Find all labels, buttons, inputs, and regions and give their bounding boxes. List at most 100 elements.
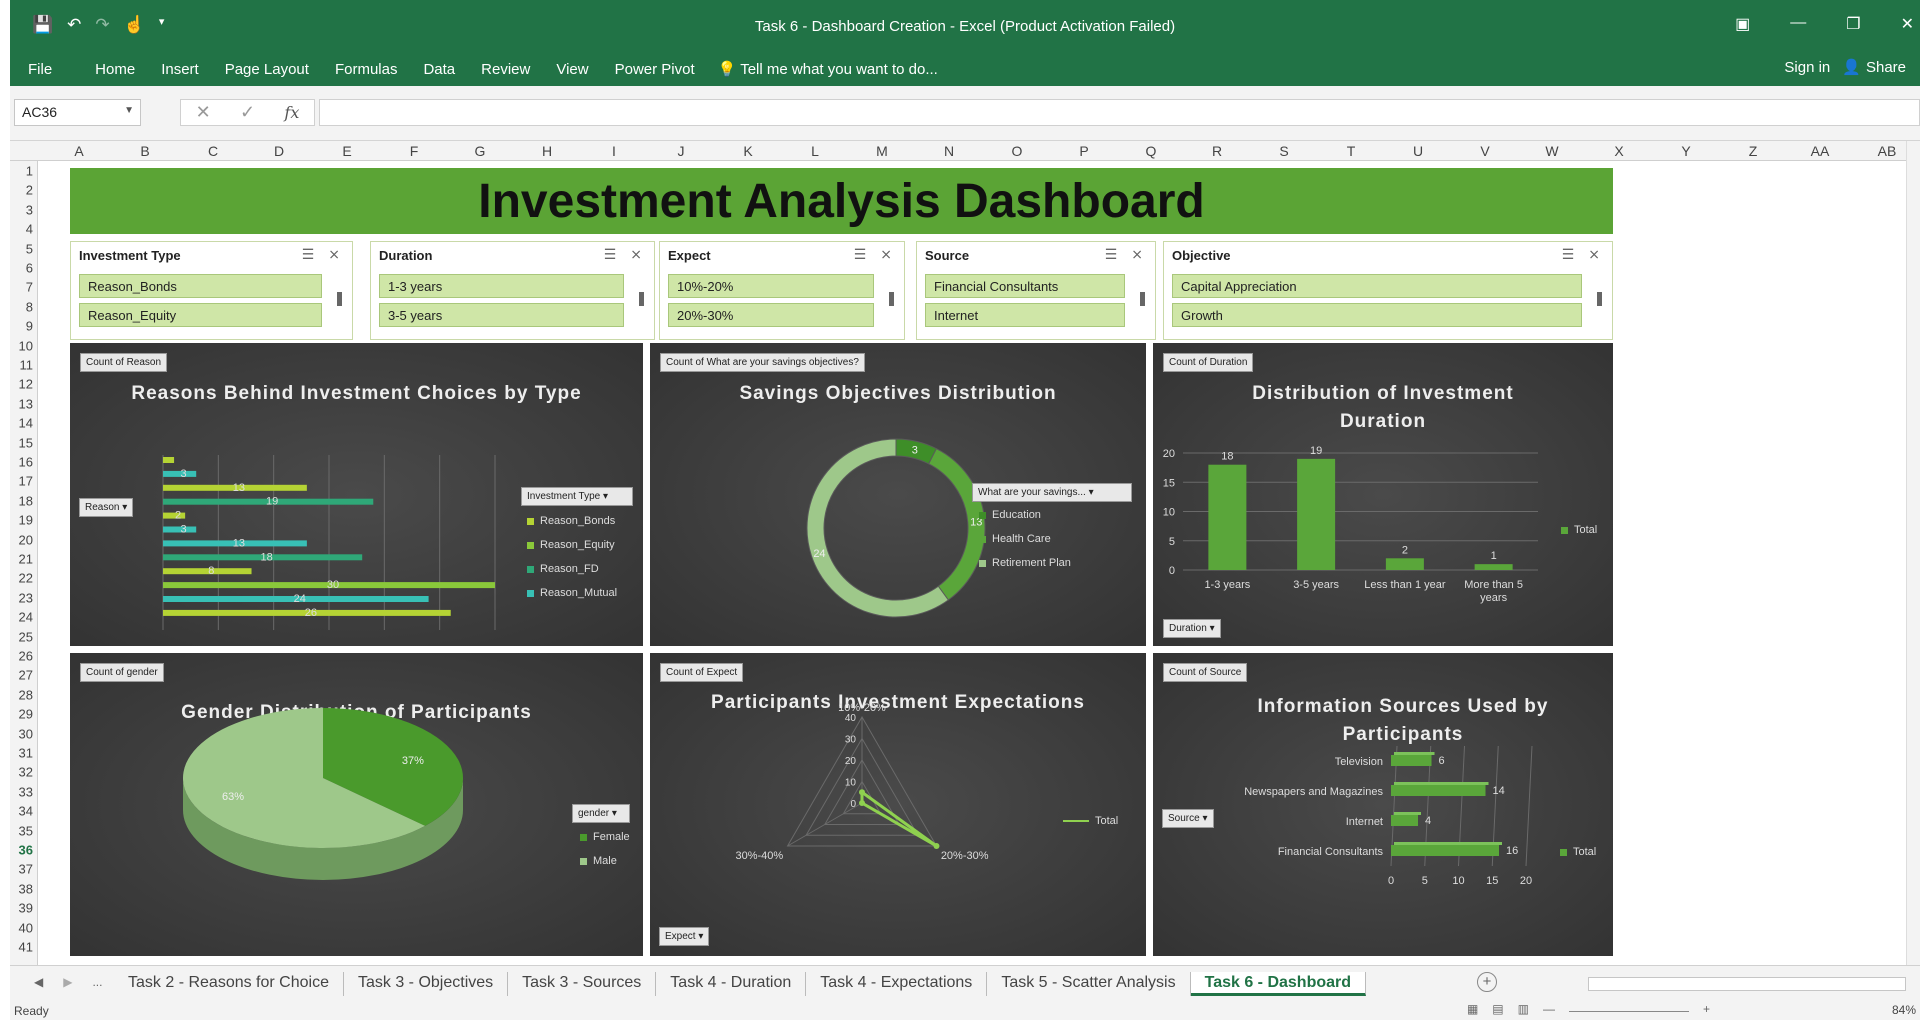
zoom-level[interactable]: 84%: [1892, 1003, 1916, 1017]
row-header[interactable]: 10: [19, 338, 33, 353]
duration-bar[interactable]: [1297, 458, 1336, 570]
normal-view-icon[interactable]: ▦: [1467, 1002, 1478, 1016]
row-header[interactable]: 34: [19, 804, 33, 819]
row-header[interactable]: 31: [19, 746, 33, 761]
slicer-investment-type[interactable]: Investment Type ☰ ⨯ Reason_Bonds Reason_Equi…: [70, 241, 353, 340]
column-header[interactable]: D: [274, 143, 284, 159]
row-header[interactable]: 1: [26, 164, 33, 179]
column-header[interactable]: AA: [1811, 143, 1830, 159]
column-header[interactable]: O: [1012, 143, 1023, 159]
row-header[interactable]: 36: [19, 843, 33, 858]
row-header[interactable]: 27: [19, 668, 33, 683]
column-header[interactable]: B: [140, 143, 149, 159]
column-header[interactable]: Y: [1681, 143, 1690, 159]
sheet-tab[interactable]: Task 6 - Dashboard: [1190, 972, 1367, 996]
clear-filter-icon[interactable]: ⨯: [880, 246, 892, 263]
restore-icon[interactable]: ❐: [1846, 14, 1860, 34]
slicer-item[interactable]: 20%-30%: [668, 303, 874, 327]
column-header[interactable]: L: [811, 143, 819, 159]
ribbon-tab-home[interactable]: Home: [65, 61, 148, 78]
slicer-expect[interactable]: Expect ☰ ⨯ 10%-20% 20%-30%: [659, 241, 905, 340]
sheet-tab[interactable]: Task 5 - Scatter Analysis: [987, 972, 1191, 996]
ribbon-tab-formulas[interactable]: Formulas: [322, 61, 411, 78]
column-header[interactable]: J: [678, 143, 685, 159]
column-header[interactable]: C: [208, 143, 218, 159]
source-bar[interactable]: [1391, 755, 1432, 766]
expect-chart-panel[interactable]: Count of Expect Participants Investment …: [650, 653, 1146, 956]
horizontal-scrollbar[interactable]: [1588, 977, 1906, 991]
multi-select-icon[interactable]: ☰: [604, 246, 617, 263]
row-header[interactable]: 41: [19, 940, 33, 955]
slicer-item[interactable]: Internet: [925, 303, 1125, 327]
row-header[interactable]: 12: [19, 377, 33, 392]
source-bar[interactable]: [1391, 845, 1499, 856]
prev-sheet-icon[interactable]: ◀: [34, 975, 43, 989]
slicer-item[interactable]: Capital Appreciation: [1172, 274, 1582, 298]
row-header[interactable]: 23: [19, 590, 33, 605]
column-header[interactable]: G: [475, 143, 486, 159]
duration-bar[interactable]: [1385, 558, 1424, 570]
row-header[interactable]: 7: [26, 280, 33, 295]
next-sheet-icon[interactable]: ▶: [63, 975, 72, 989]
row-header[interactable]: 20: [19, 532, 33, 547]
slicer-item[interactable]: Financial Consultants: [925, 274, 1125, 298]
multi-select-icon[interactable]: ☰: [854, 246, 867, 263]
doughnut-slice[interactable]: [806, 438, 950, 618]
column-header[interactable]: Z: [1749, 143, 1758, 159]
row-header[interactable]: 5: [26, 241, 33, 256]
expect-filter-button[interactable]: Expect ▾: [659, 927, 710, 946]
name-box[interactable]: AC36 ▼: [14, 99, 141, 126]
duration-filter-button[interactable]: Duration ▾: [1163, 619, 1221, 638]
reasons-chart-panel[interactable]: Count of Reason Reasons Behind Investmen…: [70, 343, 643, 646]
row-header[interactable]: 39: [19, 901, 33, 916]
column-header[interactable]: AB: [1878, 143, 1897, 159]
slicer-duration[interactable]: Duration ☰ ⨯ 1-3 years 3-5 years: [370, 241, 655, 340]
multi-select-icon[interactable]: ☰: [1562, 246, 1575, 263]
slicer-scrollbar[interactable]: [889, 292, 894, 306]
radar-point[interactable]: [933, 843, 940, 849]
row-header[interactable]: 22: [19, 571, 33, 586]
row-header[interactable]: 11: [20, 358, 34, 373]
row-header[interactable]: 6: [26, 261, 33, 276]
row-header[interactable]: 8: [26, 299, 33, 314]
column-header[interactable]: S: [1279, 143, 1288, 159]
row-header[interactable]: 24: [19, 610, 33, 625]
sheet-tab[interactable]: Task 4 - Expectations: [806, 972, 988, 996]
sheet-tab[interactable]: Task 3 - Sources: [508, 972, 657, 996]
page-break-view-icon[interactable]: ▥: [1518, 1002, 1529, 1016]
slicer-item[interactable]: Growth: [1172, 303, 1582, 327]
row-header[interactable]: 13: [19, 396, 33, 411]
ribbon-display-icon[interactable]: ▣: [1735, 14, 1750, 34]
source-bar[interactable]: [1391, 785, 1486, 796]
savings-legend-filter[interactable]: What are your savings... ▾: [972, 483, 1132, 502]
column-header[interactable]: P: [1079, 143, 1088, 159]
ribbon-tab-view[interactable]: View: [543, 61, 601, 78]
slicer-item[interactable]: Reason_Equity: [79, 303, 322, 327]
radar-point[interactable]: [859, 800, 865, 806]
zoom-in-icon[interactable]: +: [1703, 1002, 1710, 1016]
clear-filter-icon[interactable]: ⨯: [328, 246, 340, 263]
vertical-scrollbar[interactable]: [1906, 141, 1920, 965]
ribbon-tab-insert[interactable]: Insert: [148, 61, 212, 78]
page-layout-view-icon[interactable]: ▤: [1492, 1002, 1503, 1016]
column-header[interactable]: R: [1212, 143, 1222, 159]
slicer-objective[interactable]: Objective ☰ ⨯ Capital Appreciation Growth: [1163, 241, 1613, 340]
multi-select-icon[interactable]: ☰: [302, 246, 315, 263]
slicer-item[interactable]: 10%-20%: [668, 274, 874, 298]
gender-chart-panel[interactable]: Count of gender Gender Distribution of P…: [70, 653, 643, 956]
column-header[interactable]: A: [74, 143, 83, 159]
row-header[interactable]: 37: [19, 862, 33, 877]
row-header[interactable]: 4: [26, 222, 33, 237]
sign-in-link[interactable]: Sign in: [1784, 59, 1830, 76]
insert-function-icon[interactable]: fx: [284, 103, 299, 122]
row-header[interactable]: 28: [19, 687, 33, 702]
clear-filter-icon[interactable]: ⨯: [1131, 246, 1143, 263]
column-header[interactable]: I: [612, 143, 616, 159]
row-header[interactable]: 26: [19, 649, 33, 664]
column-header[interactable]: Q: [1146, 143, 1157, 159]
ribbon-tab-data[interactable]: Data: [410, 61, 468, 78]
share-button[interactable]: 👤 Share: [1842, 58, 1906, 77]
column-header[interactable]: N: [944, 143, 954, 159]
duration-bar[interactable]: [1474, 564, 1513, 570]
row-header[interactable]: 29: [19, 707, 33, 722]
